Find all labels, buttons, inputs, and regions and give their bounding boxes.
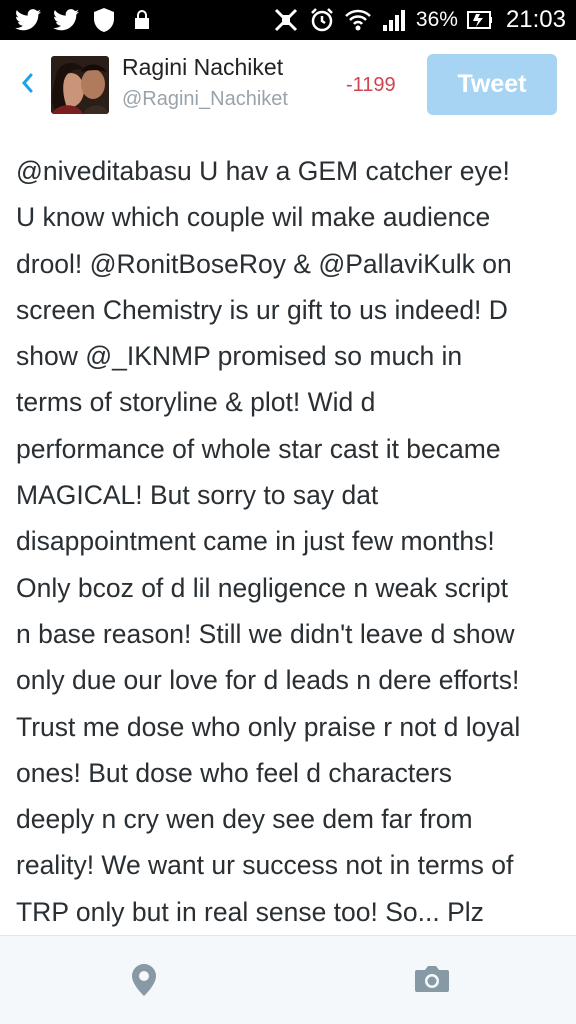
tweet-text-line: n base reason! Still we didn't leave d s…: [16, 618, 515, 649]
tweet-text-line: disappointment came in just few months!: [16, 526, 495, 557]
compose-toolbar: [0, 935, 576, 1024]
tweet-text-line: Trust me dose who only praise r not d lo…: [16, 711, 521, 742]
chevron-left-icon: [20, 72, 34, 98]
tweet-text-line: TRP only but in real sense too! So... Pl…: [16, 896, 484, 927]
clock: 21:03: [505, 6, 566, 33]
signal-icon: [380, 6, 408, 34]
lock-icon: [128, 6, 156, 34]
tweet-text-line: drool! @RonitBoseRoy & @PallaviKulk on: [16, 248, 512, 279]
tweet-text-line: show @_IKNMP promised so much in: [16, 341, 463, 372]
display-name: Ragini Nachiket: [122, 54, 284, 80]
tweet-text-line: performance of whole star cast it became: [16, 433, 501, 464]
tweet-text-line: deeply n cry wen dey see dem far from: [16, 804, 473, 835]
tweet-text-line: ones! But dose who feel d characters: [16, 757, 453, 788]
avatar[interactable]: [51, 56, 109, 114]
camera-icon: [413, 964, 451, 998]
shield-icon: [90, 6, 118, 34]
twitter-icon: [52, 6, 80, 34]
tweet-text-line: U know which couple wil make audience: [16, 202, 491, 233]
mute-icon: [272, 6, 300, 34]
user-handle: @Ragini_Nachiket: [122, 88, 288, 110]
location-pin-icon: [131, 963, 157, 1001]
tweet-text-line: MAGICAL! But sorry to say dat: [16, 480, 379, 511]
character-counter: -1199: [346, 74, 396, 96]
tweet-text-line: reality! We want ur success not in terms…: [16, 850, 514, 881]
system-indicators: 36% 21:03: [272, 0, 566, 40]
battery-percent: 36%: [415, 8, 458, 31]
tweet-button[interactable]: Tweet: [427, 54, 557, 115]
tweet-text-line: terms of storyline & plot! Wid d: [16, 387, 376, 418]
twitter-icon: [14, 6, 42, 34]
compose-header: Ragini Nachiket @Ragini_Nachiket -1199 T…: [0, 40, 576, 132]
tweet-text-line: screen Chemistry is ur gift to us indeed…: [16, 294, 508, 325]
status-bar: 36% 21:03: [0, 0, 576, 40]
wifi-icon: [344, 6, 372, 34]
location-button[interactable]: [128, 964, 160, 1000]
camera-button[interactable]: [413, 966, 451, 996]
back-button[interactable]: [14, 70, 40, 100]
tweet-text-line: Only bcoz of d lil negligence n weak scr…: [16, 572, 508, 603]
alarm-icon: [308, 6, 336, 34]
tweet-text-line: only due our love for d leads n dere eff…: [16, 665, 520, 696]
notification-icons: [14, 6, 156, 34]
tweet-text-line: @niveditabasu U hav a GEM catcher eye!: [16, 156, 510, 186]
battery-icon: [466, 6, 494, 34]
tweet-textarea[interactable]: @niveditabasu U hav a GEM catcher eye! U …: [16, 148, 566, 935]
